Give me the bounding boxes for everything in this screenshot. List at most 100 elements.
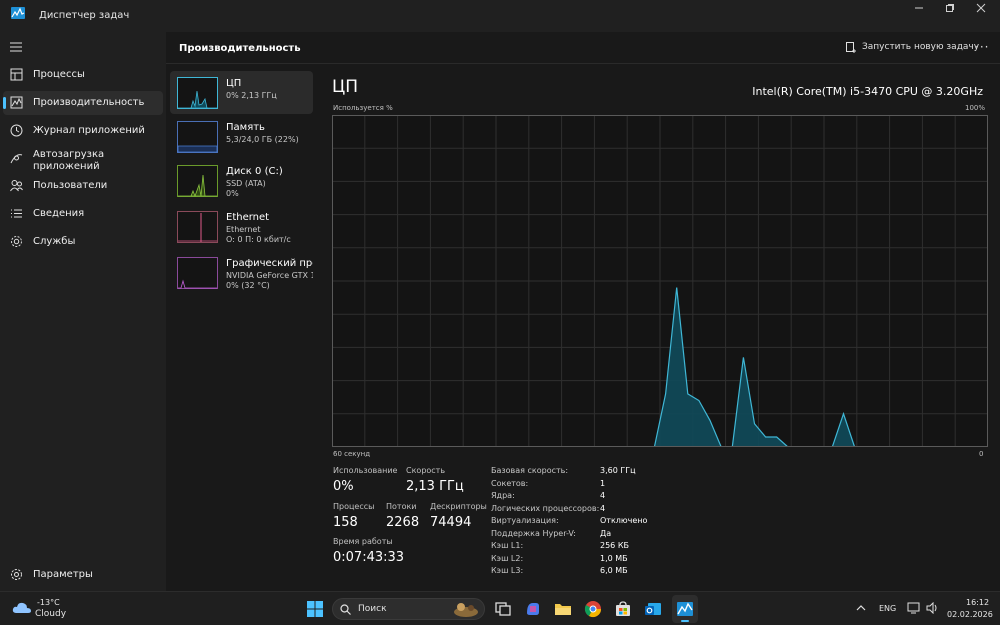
- title-bar: Диспетчер задач: [0, 0, 1000, 32]
- device-item-cpu[interactable]: ЦП 0% 2,13 ГГц: [170, 71, 313, 114]
- device-detail: SSD (ATA): [226, 179, 266, 188]
- disk-thumbnail-graph: [177, 165, 218, 197]
- spec-label: Логических процессоров:: [491, 504, 600, 513]
- threads-label: Потоки: [386, 502, 417, 511]
- spec-label: Ядра:: [491, 491, 515, 500]
- windows-start-icon[interactable]: [306, 600, 324, 618]
- nav-item-users[interactable]: Пользователи: [3, 174, 163, 198]
- device-detail: 0% 2,13 ГГц: [226, 91, 277, 100]
- device-name: Графический процессор 0: [226, 258, 313, 269]
- details-icon: [11, 209, 22, 218]
- uptime-value: 0:07:43:33: [333, 550, 405, 565]
- header-divider: [166, 63, 1000, 64]
- chrome-icon[interactable]: [584, 600, 602, 618]
- nav-label: Производительность: [33, 97, 145, 108]
- weather-temperature[interactable]: -13°C: [37, 598, 60, 607]
- nav-item-app-history[interactable]: Журнал приложений: [3, 119, 163, 143]
- processes-value: 158: [333, 515, 358, 530]
- services-icon: [11, 236, 22, 247]
- uptime-label: Время работы: [333, 537, 393, 546]
- navigation-pane: Процессы Производительность Журнал прило…: [0, 32, 166, 591]
- settings-label: Параметры: [33, 569, 93, 580]
- gpu-thumbnail-graph: [177, 257, 218, 289]
- usage-label: Использование: [333, 466, 398, 475]
- clock-date[interactable]: 02.02.2026: [947, 610, 993, 619]
- copilot-icon[interactable]: [524, 600, 542, 618]
- spec-value: 4: [600, 504, 606, 513]
- handles-value: 74494: [430, 515, 472, 530]
- nav-label: Сведения: [33, 208, 85, 219]
- search-placeholder: Поиск: [358, 604, 387, 614]
- search-icon: [340, 604, 351, 615]
- input-language[interactable]: ENG: [879, 604, 896, 613]
- minimize-icon: [915, 7, 923, 9]
- run-new-task-button[interactable]: Запустить новую задачу: [846, 42, 980, 53]
- handles-label: Дескрипторы: [430, 502, 487, 511]
- network-icon[interactable]: [907, 602, 920, 614]
- device-name: ЦП: [226, 78, 242, 89]
- close-button[interactable]: [966, 0, 996, 22]
- speed-label: Скорость: [406, 466, 446, 475]
- nav-item-startup[interactable]: Автозагрузка приложений: [3, 147, 163, 177]
- device-item-gpu[interactable]: Графический процессор 0 NVIDIA GeForce G…: [170, 251, 313, 294]
- device-name: Ethernet: [226, 212, 270, 223]
- taskbar: -13°C Cloudy Поиск ENG 16:12 02.02.2026: [0, 591, 1000, 625]
- cpu-thumbnail-graph: [177, 77, 218, 109]
- device-detail: NVIDIA GeForce GTX 1060: [226, 271, 313, 280]
- nav-label: Процессы: [33, 69, 85, 80]
- run-new-task-label: Запустить новую задачу: [862, 42, 980, 52]
- device-item-disk[interactable]: Диск 0 (C:) SSD (ATA) 0%: [170, 159, 313, 202]
- memory-thumbnail-graph: [177, 121, 218, 153]
- spec-value: 1,0 МБ: [600, 554, 628, 563]
- startup-icon: [10, 154, 23, 164]
- volume-icon[interactable]: [926, 602, 939, 614]
- clock-time[interactable]: 16:12: [966, 598, 989, 607]
- cloud-icon[interactable]: [12, 600, 32, 614]
- nav-label: Журнал приложений: [33, 125, 145, 136]
- usage-value: 0%: [333, 479, 354, 494]
- spec-label: Базовая скорость:: [491, 466, 569, 475]
- nav-item-details[interactable]: Сведения: [3, 202, 163, 226]
- speed-value: 2,13 ГГц: [406, 479, 464, 494]
- more-options-button[interactable]: ···: [975, 40, 989, 54]
- task-manager-icon: [677, 602, 693, 616]
- processes-label: Процессы: [333, 502, 375, 511]
- graph-max-label: 100%: [965, 104, 986, 112]
- spec-label: Сокетов:: [491, 479, 529, 488]
- task-view-icon[interactable]: [494, 600, 512, 618]
- task-manager-icon: [11, 7, 25, 19]
- store-icon[interactable]: [614, 600, 632, 618]
- chevron-up-icon[interactable]: [856, 604, 866, 612]
- nav-label: Службы: [33, 236, 76, 247]
- nav-item-processes[interactable]: Процессы: [3, 63, 163, 87]
- file-explorer-icon[interactable]: [554, 600, 572, 618]
- nav-item-performance[interactable]: Производительность: [3, 91, 163, 115]
- active-indicator: [3, 97, 6, 109]
- maximize-button[interactable]: [935, 0, 965, 22]
- nav-label: Пользователи: [33, 180, 108, 191]
- device-detail: 5,3/24,0 ГБ (22%): [226, 135, 299, 144]
- device-item-memory[interactable]: Память 5,3/24,0 ГБ (22%): [170, 115, 313, 158]
- spec-value: 4: [600, 491, 606, 500]
- spec-value: Отключено: [600, 516, 648, 525]
- users-icon: [10, 180, 23, 192]
- task-manager-taskbar-button[interactable]: [672, 595, 698, 623]
- nav-item-services[interactable]: Службы: [3, 230, 163, 254]
- processes-icon: [10, 68, 23, 81]
- graph-min-label: 0: [979, 450, 984, 458]
- running-indicator: [681, 620, 689, 622]
- hamburger-menu-icon[interactable]: [10, 42, 22, 52]
- outlook-icon[interactable]: [644, 600, 662, 618]
- device-detail: О: 0 П: 0 кбит/с: [226, 235, 291, 244]
- device-list: ЦП 0% 2,13 ГГц Память 5,3/24,0 ГБ (22%) …: [170, 70, 314, 590]
- performance-icon: [10, 96, 23, 109]
- weather-condition[interactable]: Cloudy: [35, 609, 66, 619]
- taskbar-search[interactable]: Поиск: [332, 598, 485, 620]
- nav-item-settings[interactable]: Параметры: [3, 563, 163, 587]
- spec-label: Поддержка Hyper-V:: [491, 529, 576, 538]
- spec-label: Кэш L1:: [491, 541, 524, 550]
- device-item-ethernet[interactable]: Ethernet Ethernet О: 0 П: 0 кбит/с: [170, 205, 313, 248]
- device-detail: 0% (32 °C): [226, 281, 270, 290]
- minimize-button[interactable]: [904, 0, 934, 22]
- window-title: Диспетчер задач: [39, 10, 130, 21]
